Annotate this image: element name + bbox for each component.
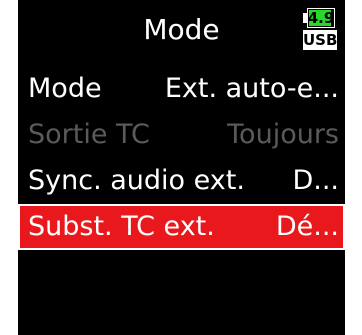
battery-voltage: 4.9	[307, 9, 335, 27]
device-screen: Mode 4.9 USB Mode Ext. auto-e... Sortie …	[18, 0, 345, 335]
menu-item-label: Sync. audio ext.	[28, 165, 245, 196]
settings-menu: Mode Ext. auto-e... Sortie TC Toujours S…	[18, 66, 345, 250]
header-bar: Mode 4.9 USB	[18, 0, 345, 66]
menu-item-value: Toujours	[227, 119, 339, 150]
menu-item-ext-tc-substitute[interactable]: Subst. TC ext. Dé...	[18, 204, 345, 250]
menu-item-value: D...	[292, 165, 339, 196]
menu-item-value: Ext. auto-e...	[164, 73, 339, 104]
menu-item-value: Dé...	[275, 211, 339, 242]
menu-item-ext-audio-sync[interactable]: Sync. audio ext. D...	[18, 158, 345, 204]
battery-indicator: 4.9 USB	[303, 6, 337, 52]
page-title: Mode	[143, 13, 220, 46]
menu-item-label: Mode	[28, 73, 102, 104]
menu-item-mode[interactable]: Mode Ext. auto-e...	[18, 66, 345, 112]
menu-item-label: Subst. TC ext.	[28, 211, 215, 242]
menu-item-label: Sortie TC	[28, 119, 150, 150]
menu-item-tc-output[interactable]: Sortie TC Toujours	[18, 112, 345, 158]
power-source-label: USB	[303, 30, 338, 50]
